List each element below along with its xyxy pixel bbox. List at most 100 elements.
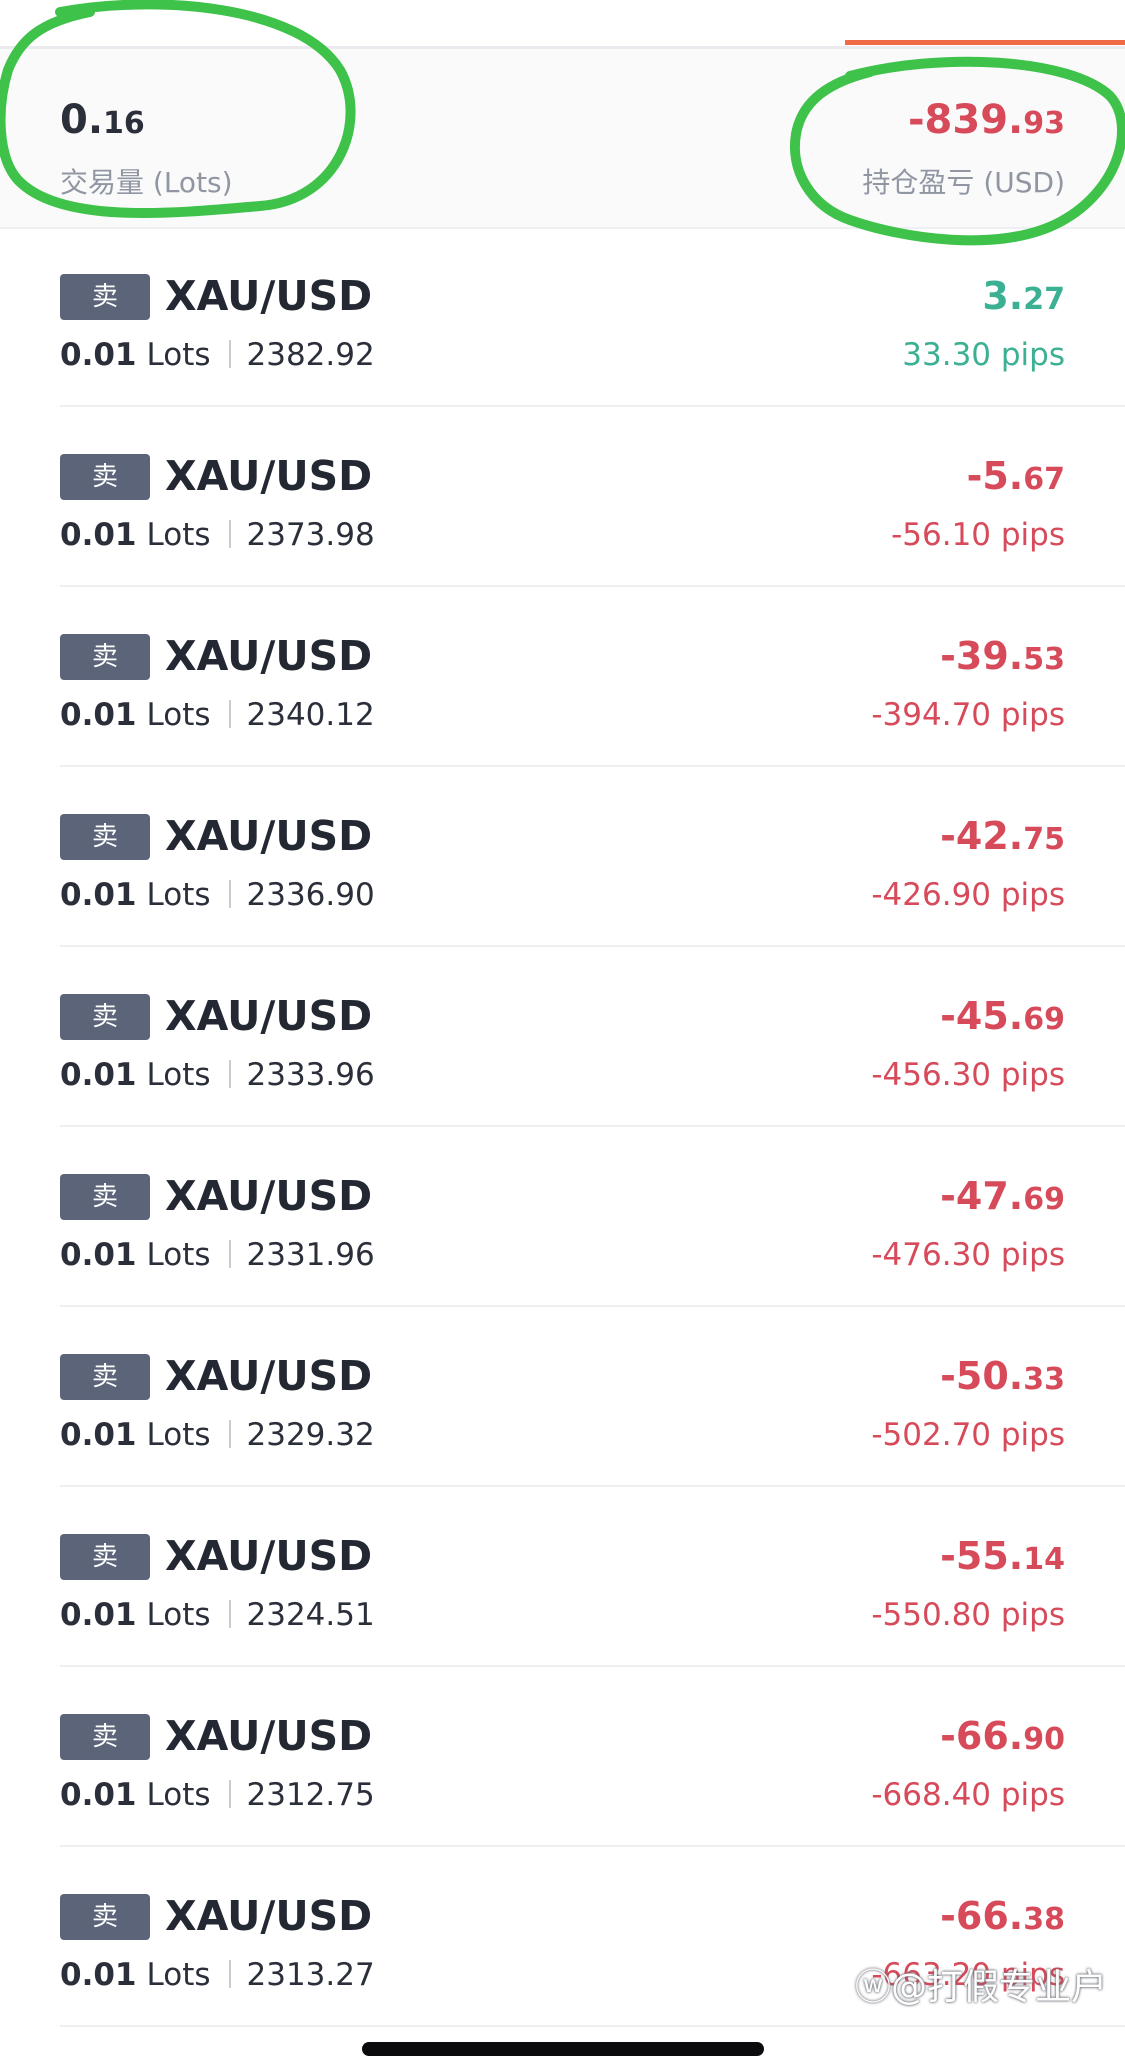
position-row[interactable]: 卖 XAU/USD 0.01 Lots 2340.12 -39.53 -394.70 pip… xyxy=(0,587,1125,767)
floating-pnl-value: -839.93 xyxy=(907,97,1065,143)
position-row[interactable]: 卖 XAU/USD 0.01 Lots 2312.75 -66.90 -668.40 pip… xyxy=(0,1667,1125,1847)
sell-badge: 卖 xyxy=(60,274,150,320)
divider xyxy=(228,880,231,908)
position-pnl: -66.38 xyxy=(940,1891,1065,1945)
divider xyxy=(228,520,231,548)
pnl-decimal: 53 xyxy=(1023,642,1065,677)
position-details: 0.01 Lots 2373.98 xyxy=(60,515,375,555)
watermark: ⓦ@打假专业户 xyxy=(854,1967,1107,2008)
divider xyxy=(228,1240,231,1268)
open-price: 2333.96 xyxy=(246,1057,375,1093)
symbol-label: XAU/USD xyxy=(165,272,373,320)
pnl-integer: -66. xyxy=(940,1714,1024,1758)
lots-value: 0.01 xyxy=(60,1957,137,1993)
lots-unit: Lots xyxy=(146,1777,211,1813)
position-pips: -476.30 pips xyxy=(871,1237,1065,1273)
position-pips: -456.30 pips xyxy=(871,1057,1065,1093)
position-details: 0.01 Lots 2312.75 xyxy=(60,1775,375,1815)
pnl-integer: -66. xyxy=(940,1894,1024,1938)
pnl-integer: -47. xyxy=(940,1174,1024,1218)
position-pnl: -45.69 xyxy=(940,991,1065,1045)
lots-unit: Lots xyxy=(146,1957,211,1993)
divider xyxy=(228,700,231,728)
open-price: 2331.96 xyxy=(246,1237,375,1273)
symbol-label: XAU/USD xyxy=(165,812,373,860)
divider xyxy=(228,1960,231,1988)
lots-unit: Lots xyxy=(146,337,211,373)
pnl-decimal: 38 xyxy=(1023,1902,1065,1937)
position-pnl: -5.67 xyxy=(967,451,1065,505)
positions-list: 卖 XAU/USD 0.01 Lots 2382.92 3.27 33.30 pips 卖 XA… xyxy=(0,227,1125,2027)
open-price: 2329.32 xyxy=(246,1417,375,1453)
tab-bar xyxy=(0,0,1125,49)
pnl-decimal: 67 xyxy=(1023,462,1065,497)
open-price: 2340.12 xyxy=(246,697,375,733)
lots-value: 0.01 xyxy=(60,1237,137,1273)
pnl-integer: -50. xyxy=(940,1354,1024,1398)
pnl-decimal: 75 xyxy=(1023,822,1065,857)
position-details: 0.01 Lots 2336.90 xyxy=(60,875,375,915)
sell-badge: 卖 xyxy=(60,814,150,860)
sell-badge: 卖 xyxy=(60,994,150,1040)
position-pnl: -55.14 xyxy=(940,1531,1065,1585)
symbol-label: XAU/USD xyxy=(165,632,373,680)
lots-unit: Lots xyxy=(146,877,211,913)
position-pnl: -39.53 xyxy=(940,631,1065,685)
home-indicator[interactable] xyxy=(362,2042,764,2056)
pnl-integer: -39. xyxy=(940,634,1024,678)
position-details: 0.01 Lots 2333.96 xyxy=(60,1055,375,1095)
lots-unit: Lots xyxy=(146,517,211,553)
position-pips: -502.70 pips xyxy=(871,1417,1065,1453)
open-price: 2373.98 xyxy=(246,517,375,553)
sell-badge: 卖 xyxy=(60,634,150,680)
lots-unit: Lots xyxy=(146,697,211,733)
lots-value: 0.01 xyxy=(60,877,137,913)
lots-value: 0.01 xyxy=(60,337,137,373)
position-row[interactable]: 卖 XAU/USD 0.01 Lots 2324.51 -55.14 -550.80 pip… xyxy=(0,1487,1125,1667)
lots-unit: Lots xyxy=(146,1417,211,1453)
symbol-label: XAU/USD xyxy=(165,1532,373,1580)
position-row[interactable]: 卖 XAU/USD 0.01 Lots 2373.98 -5.67 -56.10 pips xyxy=(0,407,1125,587)
position-pips: -668.40 pips xyxy=(871,1777,1065,1813)
lots-value: 0.01 xyxy=(60,517,137,553)
sell-badge: 卖 xyxy=(60,454,150,500)
pnl-decimal: 69 xyxy=(1023,1182,1065,1217)
divider xyxy=(228,1780,231,1808)
position-row[interactable]: 卖 XAU/USD 0.01 Lots 2329.32 -50.33 -502.70 pip… xyxy=(0,1307,1125,1487)
position-row[interactable]: 卖 XAU/USD 0.01 Lots 2333.96 -45.69 -456.30 pip… xyxy=(0,947,1125,1127)
position-pips: -550.80 pips xyxy=(871,1597,1065,1633)
position-row[interactable]: 卖 XAU/USD 0.01 Lots 2382.92 3.27 33.30 pips xyxy=(0,227,1125,407)
open-price: 2313.27 xyxy=(246,1957,375,1993)
position-pnl: 3.27 xyxy=(982,271,1065,325)
lots-value: 0.01 xyxy=(60,697,137,733)
lots-value: 0.01 xyxy=(60,1057,137,1093)
weibo-logo-icon: ⓦ xyxy=(854,1967,891,2008)
symbol-label: XAU/USD xyxy=(165,1352,373,1400)
sell-badge: 卖 xyxy=(60,1714,150,1760)
divider xyxy=(228,340,231,368)
position-row[interactable]: 卖 XAU/USD 0.01 Lots 2331.96 -47.69 -476.30 pip… xyxy=(0,1127,1125,1307)
symbol-label: XAU/USD xyxy=(165,1172,373,1220)
position-pips: -56.10 pips xyxy=(891,517,1065,553)
sell-badge: 卖 xyxy=(60,1534,150,1580)
divider xyxy=(228,1600,231,1628)
total-volume-label: 交易量 (Lots) xyxy=(60,166,233,199)
lots-unit: Lots xyxy=(146,1237,211,1273)
sell-badge: 卖 xyxy=(60,1894,150,1940)
lots-unit: Lots xyxy=(146,1597,211,1633)
open-price: 2336.90 xyxy=(246,877,375,913)
position-pnl: -42.75 xyxy=(940,811,1065,865)
pnl-integer: 3. xyxy=(982,274,1024,318)
position-pnl: -47.69 xyxy=(940,1171,1065,1225)
position-row[interactable]: 卖 XAU/USD 0.01 Lots 2336.90 -42.75 -426.90 pip… xyxy=(0,767,1125,947)
position-details: 0.01 Lots 2329.32 xyxy=(60,1415,375,1455)
open-price: 2324.51 xyxy=(246,1597,375,1633)
pnl-integer: -5. xyxy=(966,454,1024,498)
pnl-decimal: 90 xyxy=(1023,1722,1065,1757)
symbol-label: XAU/USD xyxy=(165,1712,373,1760)
lots-value: 0.01 xyxy=(60,1777,137,1813)
divider xyxy=(228,1420,231,1448)
positions-summary: 0.16 交易量 (Lots) -839.93 持仓盈亏 (USD) xyxy=(0,49,1125,229)
lots-value: 0.01 xyxy=(60,1597,137,1633)
pnl-decimal: 69 xyxy=(1023,1002,1065,1037)
